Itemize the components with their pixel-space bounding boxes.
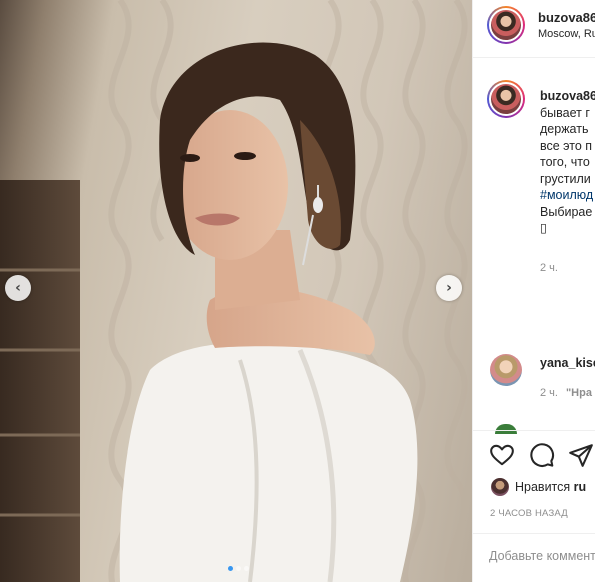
comment-meta: 2 ч. "Нра	[540, 387, 592, 399]
comment-like-count[interactable]: "Нра	[566, 387, 592, 399]
caption-hashtag-link[interactable]: #моилюд	[540, 187, 595, 204]
add-comment-divider	[473, 533, 595, 534]
location-link[interactable]: Moscow, Russia	[538, 28, 595, 40]
post-sidebar: buzova86 Moscow, Russia buzova86 бывает …	[472, 0, 595, 582]
post-timestamp[interactable]: 2 ЧАСОВ НАЗАД	[490, 508, 568, 519]
add-comment-input[interactable]	[489, 549, 595, 563]
likes-text: Нравится ru	[515, 480, 586, 494]
likes-prefix: Нравится	[515, 480, 571, 494]
caption-line: держать	[540, 122, 589, 136]
liker-avatar[interactable]	[491, 478, 509, 496]
comment-time[interactable]: 2 ч.	[540, 387, 558, 399]
actions-divider	[473, 430, 595, 431]
caption-line: Выбирае	[540, 204, 593, 219]
chevron-left-icon: ‹	[15, 280, 21, 296]
carousel-next-button[interactable]: ›	[436, 275, 462, 301]
caption-time[interactable]: 2 ч.	[540, 262, 558, 274]
caption-author-avatar[interactable]	[487, 80, 525, 118]
post-photo[interactable]: ‹ ›	[0, 0, 472, 582]
caption-emoji: ▯	[540, 221, 547, 235]
carousel-prev-button[interactable]: ‹	[5, 275, 31, 301]
paper-plane-icon[interactable]	[568, 442, 594, 468]
next-commenter-avatar[interactable]	[495, 424, 517, 434]
commenter-username[interactable]: yana_kise	[540, 356, 595, 370]
header-divider	[473, 57, 595, 58]
carousel-dot	[244, 566, 249, 571]
author-username[interactable]: buzova86	[538, 10, 595, 25]
instagram-post-view: ‹ › buzova86 Moscow, Russia buzova86 быв…	[0, 0, 595, 582]
heart-icon[interactable]	[489, 442, 515, 468]
caption-line: грустили	[540, 171, 591, 186]
photo-illustration	[0, 0, 468, 582]
chevron-right-icon: ›	[446, 280, 452, 296]
caption-line: все это п	[540, 138, 593, 153]
author-avatar[interactable]	[487, 6, 525, 44]
commenter-avatar[interactable]	[490, 354, 522, 386]
likes-summary[interactable]: Нравится ru	[491, 478, 586, 496]
caption-username[interactable]: buzova86	[540, 88, 595, 105]
liker-username[interactable]: ru	[574, 480, 587, 494]
comment-icon[interactable]	[529, 442, 555, 468]
carousel-dot	[236, 566, 241, 571]
carousel-dot	[228, 566, 233, 571]
caption-line: того, что	[540, 155, 590, 169]
caption-line: бывает г	[540, 105, 590, 120]
post-caption: buzova86 бывает г держать все это п того…	[540, 88, 595, 237]
carousel-indicator	[228, 566, 249, 571]
